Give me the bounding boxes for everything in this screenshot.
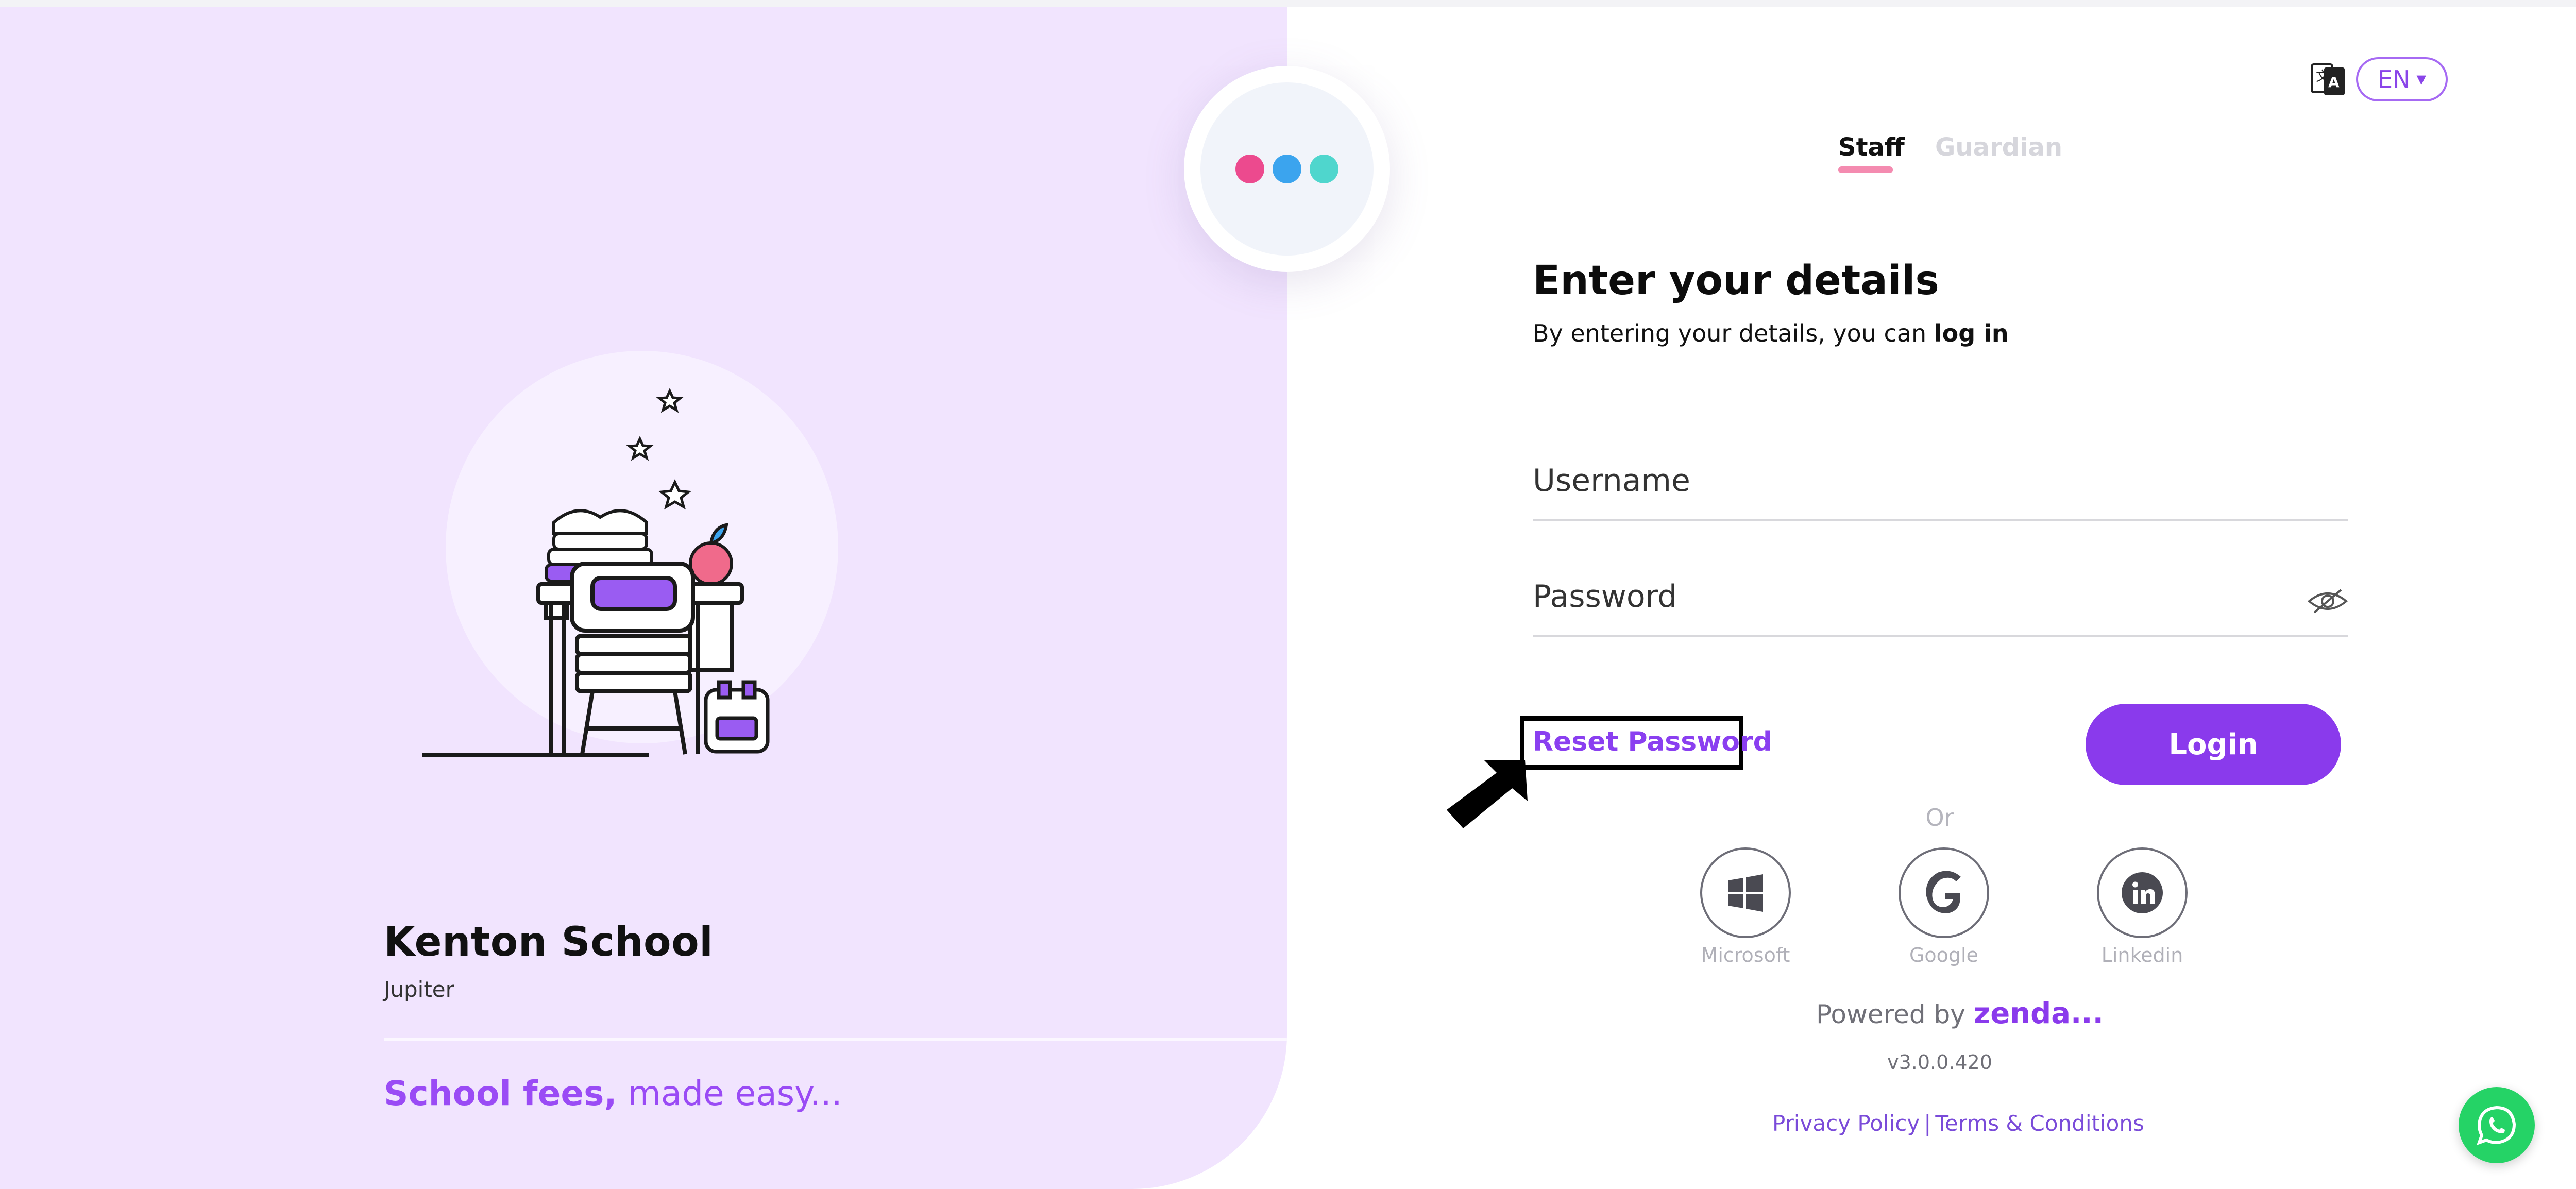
school-location: Jupiter: [384, 977, 454, 1002]
google-label: Google: [1909, 944, 1978, 966]
subtitle-text: By entering your details, you can: [1533, 319, 1927, 347]
footer-separator: |: [1924, 1111, 1931, 1136]
tab-staff[interactable]: Staff: [1838, 133, 1905, 162]
logo-dot-teal: [1310, 155, 1338, 183]
logo-dot-pink: [1235, 155, 1264, 183]
translate-icon[interactable]: 文 A: [2310, 60, 2347, 97]
page-subtitle: By entering your details, you can log in: [1533, 319, 2009, 347]
google-login-button[interactable]: [1899, 847, 1989, 938]
login-button[interactable]: Login: [2086, 704, 2341, 785]
microsoft-label: Microsoft: [1701, 944, 1790, 966]
school-name: Kenton School: [384, 919, 714, 965]
linkedin-label: Linkedin: [2101, 944, 2183, 966]
svg-text:文: 文: [2316, 69, 2329, 84]
powered-by: Powered by zenda...: [1816, 997, 2104, 1030]
brand-panel: Kenton School Jupiter School fees, made …: [0, 7, 1287, 1189]
privacy-policy-link[interactable]: Privacy Policy: [1772, 1111, 1920, 1136]
language-value: EN: [2378, 65, 2411, 93]
logo-badge: [1200, 82, 1374, 256]
tab-guardian[interactable]: Guardian: [1935, 133, 2062, 162]
subtitle-bold: log in: [1934, 319, 2009, 347]
or-separator: Or: [1925, 804, 1954, 831]
active-tab-indicator: [1838, 166, 1893, 173]
svg-text:A: A: [2328, 74, 2340, 91]
tagline-rest: made easy...: [628, 1074, 842, 1113]
username-field[interactable]: Username: [1533, 458, 2348, 521]
chevron-down-icon: ▼: [2416, 72, 2426, 87]
panel-divider: [384, 1038, 1287, 1041]
password-field[interactable]: Password: [1533, 574, 2348, 637]
terms-link[interactable]: Terms & Conditions: [1935, 1111, 2144, 1136]
tagline: School fees, made easy...: [384, 1074, 842, 1113]
eye-icon[interactable]: [2307, 586, 2348, 617]
powered-by-text: Powered by: [1816, 999, 1965, 1029]
linkedin-login-button[interactable]: [2097, 847, 2188, 938]
reset-password-link[interactable]: Reset Password: [1533, 726, 1772, 757]
username-placeholder: Username: [1533, 463, 1690, 499]
top-strip: [0, 0, 2576, 7]
logo-dot-blue: [1273, 155, 1301, 183]
zenda-logo: zenda...: [1973, 997, 2104, 1030]
password-placeholder: Password: [1533, 579, 1677, 615]
language-select[interactable]: EN ▼: [2356, 57, 2448, 101]
tagline-bold: School fees,: [384, 1074, 617, 1113]
page-title: Enter your details: [1533, 258, 1939, 304]
star-icon: [626, 388, 692, 510]
footer-links: Privacy Policy | Terms & Conditions: [1772, 1111, 2144, 1136]
app-version: v3.0.0.420: [1887, 1051, 1992, 1074]
whatsapp-icon: [2477, 1106, 2516, 1145]
app-logo: [1184, 66, 1390, 272]
linkedin-icon: [2122, 872, 2163, 913]
school-desk-illustration: [422, 388, 770, 757]
microsoft-login-button[interactable]: [1700, 847, 1791, 938]
windows-icon: [1728, 874, 1763, 912]
google-icon: [1926, 871, 1961, 913]
pointer-arrow-icon: [1447, 760, 1528, 828]
whatsapp-chat-button[interactable]: [2459, 1087, 2535, 1163]
